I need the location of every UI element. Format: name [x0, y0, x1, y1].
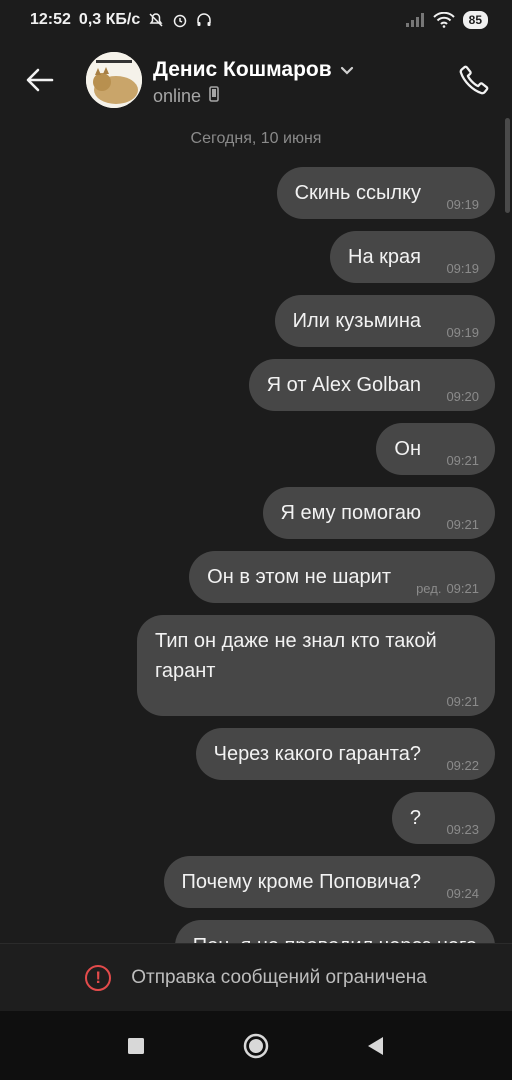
warning-circle-icon: !: [85, 965, 112, 991]
message-bubble[interactable]: Тип он даже не знал кто такой гарант 09:…: [137, 615, 495, 716]
system-nav-bar: [0, 1011, 512, 1080]
back-triangle-icon[interactable]: [356, 1026, 396, 1066]
bell-off-icon: [148, 12, 164, 28]
message-time: 09:20: [446, 389, 479, 404]
message-time: 09:21: [446, 694, 479, 709]
back-arrow-icon[interactable]: [24, 66, 56, 94]
message-bubble[interactable]: Пон, я не проводил через него: [174, 920, 495, 943]
recents-square-icon[interactable]: [116, 1026, 156, 1066]
chevron-down-icon[interactable]: [340, 58, 354, 82]
avatar[interactable]: [86, 52, 142, 108]
message-text: Пон, я не проводил через него: [193, 931, 477, 943]
wifi-icon: [432, 12, 455, 28]
message-text: ?: [409, 807, 421, 829]
message-bubble[interactable]: На края 09:19: [330, 231, 495, 283]
message-bubble[interactable]: Он в этом не шарит ред. 09:21: [189, 551, 495, 603]
message-text: Почему кроме Поповича?: [181, 871, 421, 893]
network-speed: 0,3 КБ/с: [78, 11, 141, 28]
message-bubble[interactable]: ? 09:23: [391, 792, 495, 844]
message-text: Через какого гаранта?: [213, 743, 421, 765]
battery-icon: 85: [462, 11, 488, 29]
message-time: 09:24: [446, 886, 479, 901]
contact-status-text: online: [153, 86, 202, 106]
status-left: 12:52 0,3 КБ/с: [30, 11, 212, 29]
message-time: 09:21: [446, 581, 479, 596]
mobile-device-icon: [209, 86, 219, 107]
message-time: 09:19: [446, 197, 479, 212]
message-text: Или кузьмина: [292, 310, 421, 332]
message-text: Скинь ссылку: [294, 182, 421, 204]
message-time: 09:23: [446, 822, 479, 837]
edited-label: ред.: [416, 581, 442, 596]
message-list[interactable]: Скинь ссылку 09:19 На края 09:19 Или куз…: [0, 167, 512, 943]
headphones-icon: [196, 12, 212, 28]
message-text: На края: [348, 246, 421, 268]
message-text: Он: [394, 438, 421, 460]
message-bubble[interactable]: Он 09:21: [376, 423, 495, 475]
message-text: Тип он даже не знал кто такой гарант: [155, 630, 437, 682]
phone-icon[interactable]: [456, 62, 492, 98]
message-time: 09:19: [446, 261, 479, 276]
message-text: Он в этом не шарит: [207, 566, 391, 588]
message-bubble[interactable]: Я ему помогаю 09:21: [262, 487, 495, 539]
message-bubble[interactable]: Почему кроме Поповича? 09:24: [163, 856, 495, 908]
message-time: 09:21: [446, 517, 479, 532]
contact-name[interactable]: Денис Кошмаров: [153, 58, 354, 82]
message-bubble[interactable]: Я от Alex Golban 09:20: [248, 359, 495, 411]
message-bubble[interactable]: Через какого гаранта? 09:22: [195, 728, 495, 780]
restriction-text: Отправка сообщений ограничена: [131, 967, 427, 988]
chat-header: Денис Кошмаров online: [0, 40, 512, 120]
message-time: 09:21: [446, 453, 479, 468]
status-right: 85: [405, 11, 488, 29]
alarm-icon: [172, 12, 188, 28]
message-text: Я от Alex Golban: [266, 374, 421, 396]
contact-name-text: Денис Кошмаров: [153, 58, 332, 81]
restriction-banner: ! Отправка сообщений ограничена: [0, 943, 512, 1012]
message-text: Я ему помогаю: [280, 502, 421, 524]
date-separator: Сегодня, 10 июня: [190, 130, 322, 147]
contact-status: online: [153, 86, 219, 107]
message-meta: ред. 09:21: [416, 582, 479, 596]
clock: 12:52: [30, 11, 71, 28]
message-bubble[interactable]: Скинь ссылку 09:19: [276, 167, 495, 219]
message-bubble[interactable]: Или кузьмина 09:19: [274, 295, 495, 347]
message-time: 09:19: [446, 325, 479, 340]
home-circle-icon[interactable]: [236, 1026, 276, 1066]
message-time: 09:22: [446, 758, 479, 773]
status-bar: 12:52 0,3 КБ/с 85: [0, 0, 512, 40]
signal-icon: [405, 13, 425, 27]
